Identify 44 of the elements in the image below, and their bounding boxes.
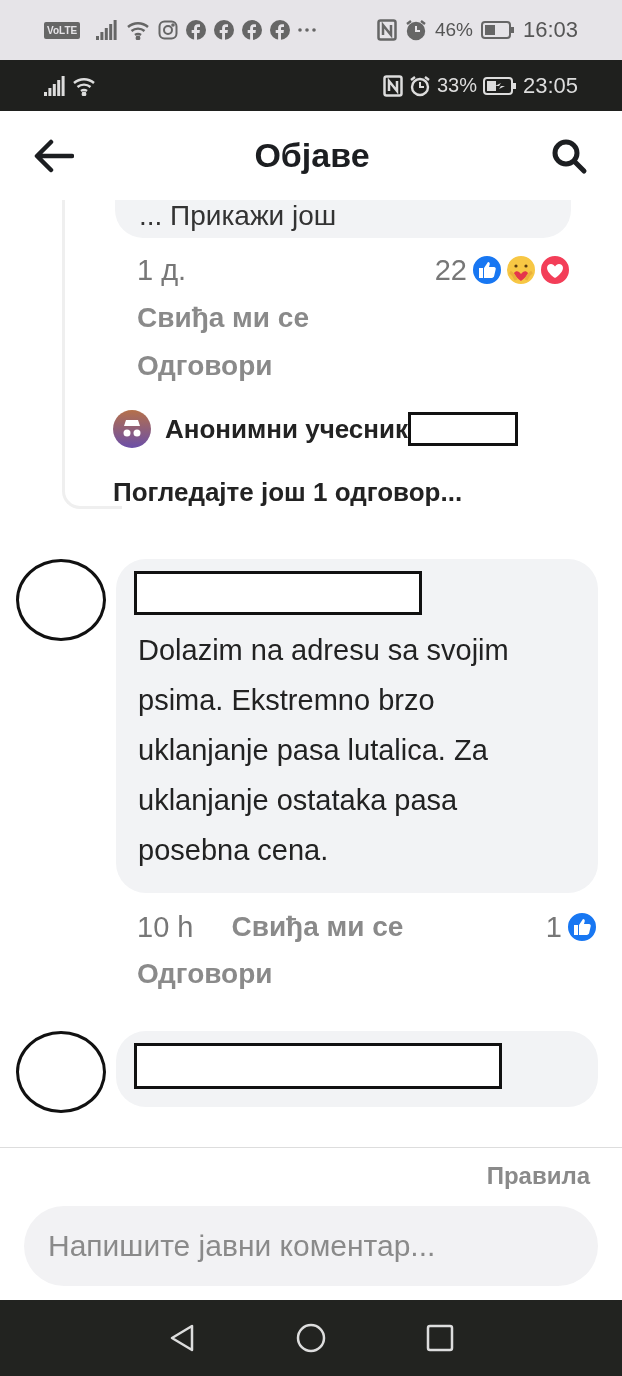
comment-time: 10 h: [137, 910, 194, 944]
rules-link[interactable]: Правила: [486, 1162, 598, 1190]
back-icon[interactable]: [168, 1323, 196, 1353]
alarm-clock-icon: [408, 74, 431, 97]
back-arrow-icon[interactable]: [34, 138, 74, 173]
author-name[interactable]: Анонимни учесник: [165, 413, 409, 445]
recents-icon[interactable]: [426, 1324, 454, 1352]
more-icon: [298, 27, 317, 33]
alarm-clock-icon: [404, 19, 427, 41]
reply-link[interactable]: Одговори: [137, 958, 273, 990]
view-more-replies-link[interactable]: Погледајте још 1 одговор...: [65, 472, 595, 512]
nfc-icon: [382, 74, 403, 97]
like-icon: [566, 911, 598, 943]
facebook-icon: [214, 20, 235, 40]
wifi-icon: [126, 20, 151, 40]
instagram-icon: [158, 20, 179, 40]
comment-text: Dolazim na adresu sa svojim psima. Ekstremno brzo uklanjanje pasa lutalica. Za uklanjanje ostataka pasa posebna cena.: [137, 633, 510, 868]
comment-input-field[interactable]: Напишите јавни коментар...: [24, 1206, 598, 1286]
reaction-count: 22: [434, 253, 467, 287]
battery-icon: [482, 75, 517, 96]
like-icon: [471, 254, 503, 286]
signal-icon: [96, 20, 119, 40]
clock-time: 16:03: [522, 17, 578, 43]
comment-time: 1 д.: [137, 253, 187, 287]
show-more-link[interactable]: ... Прикажи још: [139, 200, 337, 231]
home-icon[interactable]: [296, 1323, 326, 1353]
like-link[interactable]: Свиђа ми се: [231, 911, 404, 943]
facebook-icon: [270, 20, 291, 40]
clock-time: 23:05: [522, 72, 578, 99]
wifi-icon: [72, 75, 96, 96]
anonymous-avatar-icon: [113, 410, 151, 448]
volte-badge: VoLTE: [44, 21, 81, 39]
signal-icon: [44, 75, 66, 96]
reaction-count: 1: [545, 910, 562, 944]
facebook-icon: [242, 20, 263, 40]
facebook-icon: [186, 20, 207, 40]
like-link[interactable]: Свиђа ми се: [137, 302, 309, 334]
battery-icon: [480, 20, 515, 40]
nfc-icon: [376, 19, 397, 41]
care-emoji-icon: [505, 254, 537, 286]
page-title: Објаве: [254, 136, 370, 175]
battery-percentage: 33%: [436, 74, 477, 97]
battery-percentage: 46%: [434, 19, 473, 41]
reply-link[interactable]: Одговори: [137, 350, 273, 382]
